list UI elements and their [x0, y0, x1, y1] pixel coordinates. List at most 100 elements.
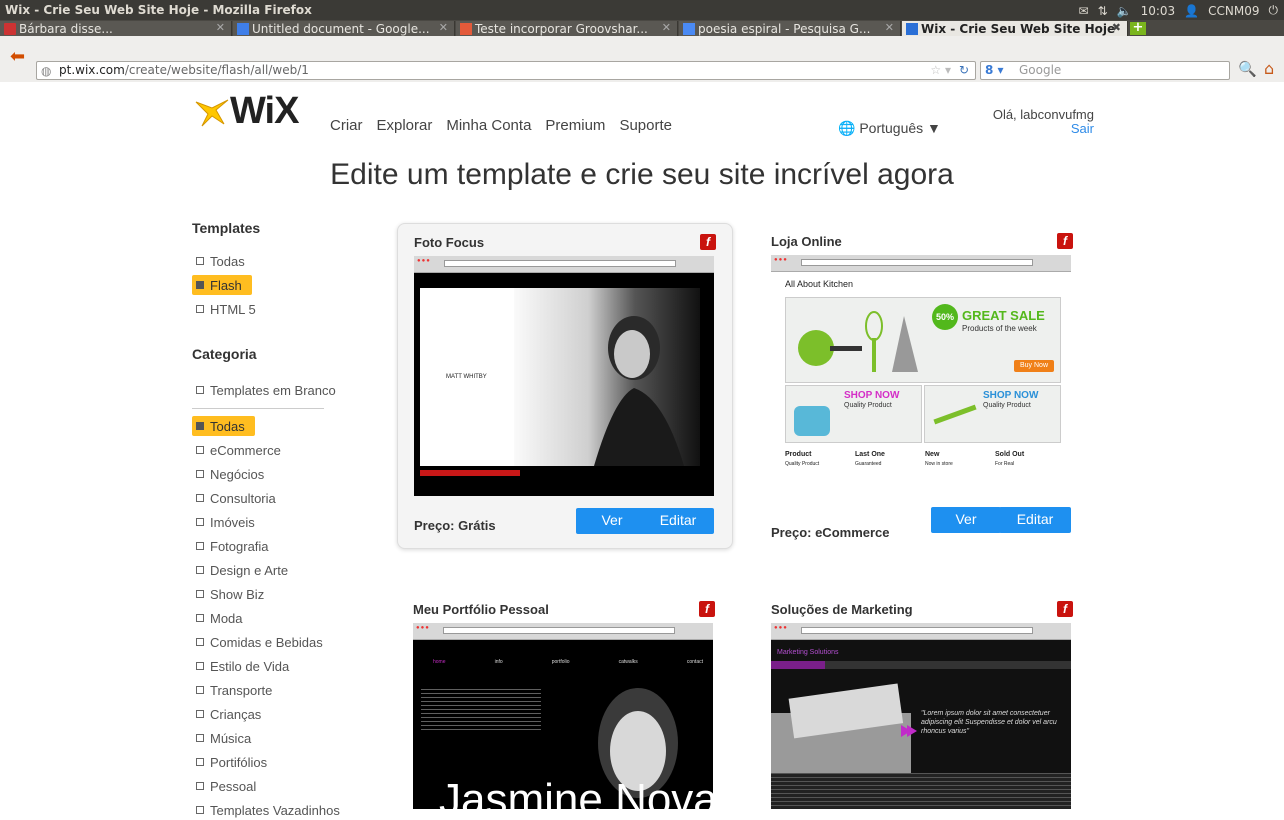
filter-cat-imoveis[interactable]: Imóveis	[192, 512, 255, 532]
language-selector[interactable]: 🌐 Português ▼	[838, 120, 941, 137]
filter-cat-criancas[interactable]: Crianças	[192, 704, 261, 724]
filter-cat-musica[interactable]: Música	[192, 728, 251, 748]
template-card-meu-portfolio[interactable]: Meu Portfólio Pessoal f ●●● home info po…	[397, 591, 731, 809]
checkbox[interactable]	[196, 518, 204, 526]
reload-icon[interactable]: ↻	[959, 63, 969, 77]
checkbox[interactable]	[196, 305, 204, 313]
filter-cat-ecommerce[interactable]: eCommerce	[192, 440, 281, 460]
filter-cat-todas[interactable]: Todas	[192, 416, 255, 436]
checkbox[interactable]	[196, 470, 204, 478]
checkbox[interactable]	[196, 566, 204, 574]
template-card-solucoes-marketing[interactable]: Soluções de Marketing f ●●● Marketing So…	[755, 591, 1089, 809]
search-icon[interactable]: 🔍	[1238, 60, 1257, 78]
close-icon[interactable]: ✕	[662, 21, 671, 34]
filter-templates-html5[interactable]: HTML 5	[192, 299, 256, 319]
filter-cat-consultoria[interactable]: Consultoria	[192, 488, 276, 508]
filter-cat-transporte[interactable]: Transporte	[192, 680, 272, 700]
nav-premium[interactable]: Premium	[545, 117, 605, 134]
checkbox[interactable]	[196, 386, 204, 394]
checkbox[interactable]	[196, 614, 204, 622]
checkbox[interactable]	[196, 257, 204, 265]
filter-templates-flash[interactable]: Flash	[192, 275, 252, 295]
filter-templates-em-branco[interactable]: Templates em Branco	[192, 380, 336, 400]
checkbox[interactable]	[196, 422, 204, 430]
tab-poesia[interactable]: poesia espiral - Pesquisa G... ✕	[679, 21, 901, 36]
filter-cat-negocios[interactable]: Negócios	[192, 464, 264, 484]
close-icon[interactable]: ✕	[885, 21, 894, 34]
clock[interactable]: 10:03	[1141, 4, 1176, 18]
network-icon[interactable]: ⇅	[1098, 4, 1108, 18]
google-icon	[683, 22, 695, 35]
shop-subtitle: Quality Product	[983, 402, 1031, 409]
wix-bird-icon	[195, 99, 229, 127]
editar-button[interactable]: Editar	[642, 508, 714, 534]
power-icon[interactable]: ⏻	[1269, 3, 1279, 18]
checkbox[interactable]	[196, 782, 204, 790]
card-title: Loja Online	[771, 234, 842, 249]
logout-link[interactable]: Sair	[940, 122, 1094, 136]
filter-cat-vazadinhos[interactable]: Templates Vazadinhos	[192, 800, 340, 820]
new-tab-button[interactable]: +	[1130, 21, 1146, 35]
google-search-icon[interactable]: 8 ▾	[985, 63, 1004, 77]
bookmark-star-icon[interactable]: ☆ ▾	[930, 63, 951, 77]
checkbox[interactable]	[196, 494, 204, 502]
preview-sale-banner: 50% GREAT SALE Products of the week Buy …	[785, 297, 1061, 383]
checkbox[interactable]	[196, 446, 204, 454]
tab-wix[interactable]: Wix - Crie Seu Web Site Hoje ✖	[902, 21, 1128, 36]
template-preview[interactable]: ●●● MATT WHITBY	[414, 256, 714, 496]
checkbox[interactable]	[196, 734, 204, 742]
template-card-foto-focus[interactable]: Foto Focus f ●●● MATT WHITBY Preço: Grát…	[397, 223, 733, 549]
checkbox[interactable]	[196, 281, 204, 289]
url-bar[interactable]: ◍ pt.wix.com/create/website/flash/all/we…	[36, 61, 976, 80]
checkbox[interactable]	[196, 638, 204, 646]
filter-cat-portifolios[interactable]: Portifólios	[192, 752, 267, 772]
preview-site-title: Marketing Solutions	[777, 649, 839, 656]
preview-menu-active	[771, 661, 825, 669]
filter-cat-fotografia[interactable]: Fotografia	[192, 536, 269, 556]
filter-templates-todas[interactable]: Todas	[192, 251, 245, 271]
user-name[interactable]: CCNM09	[1208, 4, 1259, 18]
tab-groovshark[interactable]: Teste incorporar Groovshar... ✕	[456, 21, 678, 36]
close-icon[interactable]: ✕	[439, 21, 448, 34]
groovshark-icon	[460, 22, 472, 35]
template-card-loja-online[interactable]: Loja Online f ●●● All About Kitchen 50% …	[755, 223, 1089, 547]
template-preview[interactable]: ●●● Marketing Solutions "Lorem ipsum dol…	[771, 623, 1071, 809]
volume-icon[interactable]: 🔈	[1117, 4, 1132, 18]
navigation-bar: ⬅ ◍ pt.wix.com/create/website/flash/all/…	[0, 36, 1284, 83]
mail-icon[interactable]: ✉	[1079, 4, 1089, 18]
template-preview[interactable]: ●●● All About Kitchen 50% GREAT SALE Pro…	[771, 255, 1071, 495]
checkbox[interactable]	[196, 710, 204, 718]
close-icon[interactable]: ✕	[216, 21, 225, 34]
site-identity-icon[interactable]: ◍	[41, 64, 51, 78]
template-preview[interactable]: ●●● home info portfolio catwalks contact…	[413, 623, 713, 809]
tab-barbara[interactable]: Bárbara disse... ✕	[0, 21, 232, 36]
preview-nav-catwalks: catwalks	[618, 659, 638, 665]
ver-button[interactable]: Ver	[576, 508, 648, 534]
checkbox[interactable]	[196, 806, 204, 814]
filter-cat-show-biz[interactable]: Show Biz	[192, 584, 264, 604]
portrait-figure-icon	[594, 316, 684, 466]
filter-cat-design-arte[interactable]: Design e Arte	[192, 560, 288, 580]
nav-criar[interactable]: Criar	[330, 117, 363, 134]
nav-suporte[interactable]: Suporte	[619, 117, 672, 134]
close-icon[interactable]: ✖	[1112, 21, 1121, 34]
wix-logo[interactable]: WiX	[194, 90, 299, 132]
checkbox[interactable]	[196, 758, 204, 766]
editar-button[interactable]: Editar	[999, 507, 1071, 533]
ver-button[interactable]: Ver	[931, 507, 1001, 533]
checkbox[interactable]	[196, 686, 204, 694]
filter-cat-pessoal[interactable]: Pessoal	[192, 776, 256, 796]
filter-cat-estilo-vida[interactable]: Estilo de Vida	[192, 656, 289, 676]
checkbox[interactable]	[196, 590, 204, 598]
checkbox[interactable]	[196, 662, 204, 670]
nav-minha-conta[interactable]: Minha Conta	[446, 117, 531, 134]
checkbox[interactable]	[196, 542, 204, 550]
tab-google-doc[interactable]: Untitled document - Google... ✕	[233, 21, 455, 36]
back-icon[interactable]: ⬅	[10, 46, 25, 67]
home-icon[interactable]: ⌂	[1264, 59, 1274, 78]
filter-cat-comidas-bebidas[interactable]: Comidas e Bebidas	[192, 632, 323, 652]
search-input[interactable]: 8 ▾ Google	[980, 61, 1230, 80]
filter-cat-moda[interactable]: Moda	[192, 608, 243, 628]
preview-brand: MATT WHITBY	[446, 374, 487, 380]
nav-explorar[interactable]: Explorar	[377, 117, 433, 134]
